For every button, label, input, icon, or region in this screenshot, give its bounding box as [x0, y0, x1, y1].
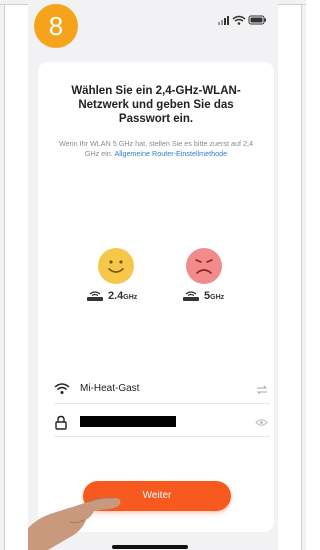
- phone-screen: 8 Wählen Sie ein 2,4-GHz-WLAN-Netzwerk u…: [28, 0, 278, 550]
- status-bar: [218, 14, 268, 26]
- frame-right-border: [301, 0, 306, 550]
- band-value: 2.4: [108, 290, 124, 302]
- redacted-password: [80, 416, 176, 427]
- sad-face-icon: [186, 248, 222, 284]
- home-indicator: [112, 545, 188, 549]
- wifi-icon: [54, 383, 70, 394]
- instruction-text: Wenn Ihr WLAN 5 GHz hat, stellen Sie es …: [52, 139, 260, 158]
- band-2-4ghz: 2.4 GHz: [86, 290, 137, 302]
- router-icon: [183, 291, 199, 301]
- wifi-icon: [232, 15, 246, 25]
- lock-icon: [55, 415, 67, 430]
- signal-icon: [218, 16, 229, 25]
- band-unit: GHz: [210, 294, 225, 301]
- pointing-hand-icon: [28, 497, 121, 550]
- battery-icon: [248, 15, 266, 25]
- band-5ghz: 5 GHz: [182, 290, 224, 302]
- show-password-icon[interactable]: [255, 418, 268, 427]
- step-number-badge: 8: [34, 4, 78, 48]
- wifi-setup-card: Wählen Sie ein 2,4-GHz-WLAN-Netzwerk und…: [38, 62, 274, 532]
- frame-left-border: [0, 0, 5, 550]
- wifi-ssid-field[interactable]: Mi-Heat-Gast: [54, 377, 270, 404]
- switch-network-icon[interactable]: [256, 385, 268, 395]
- happy-face-icon: [98, 248, 134, 284]
- band-unit: GHz: [123, 294, 138, 301]
- wifi-password-field[interactable]: [54, 410, 270, 437]
- router-settings-link[interactable]: Allgemeine Router-Einstellmethode: [114, 149, 227, 158]
- page-title: Wählen Sie ein 2,4-GHz-WLAN-Netzwerk und…: [71, 85, 241, 125]
- wifi-ssid-value: Mi-Heat-Gast: [80, 383, 140, 394]
- router-icon: [87, 291, 103, 301]
